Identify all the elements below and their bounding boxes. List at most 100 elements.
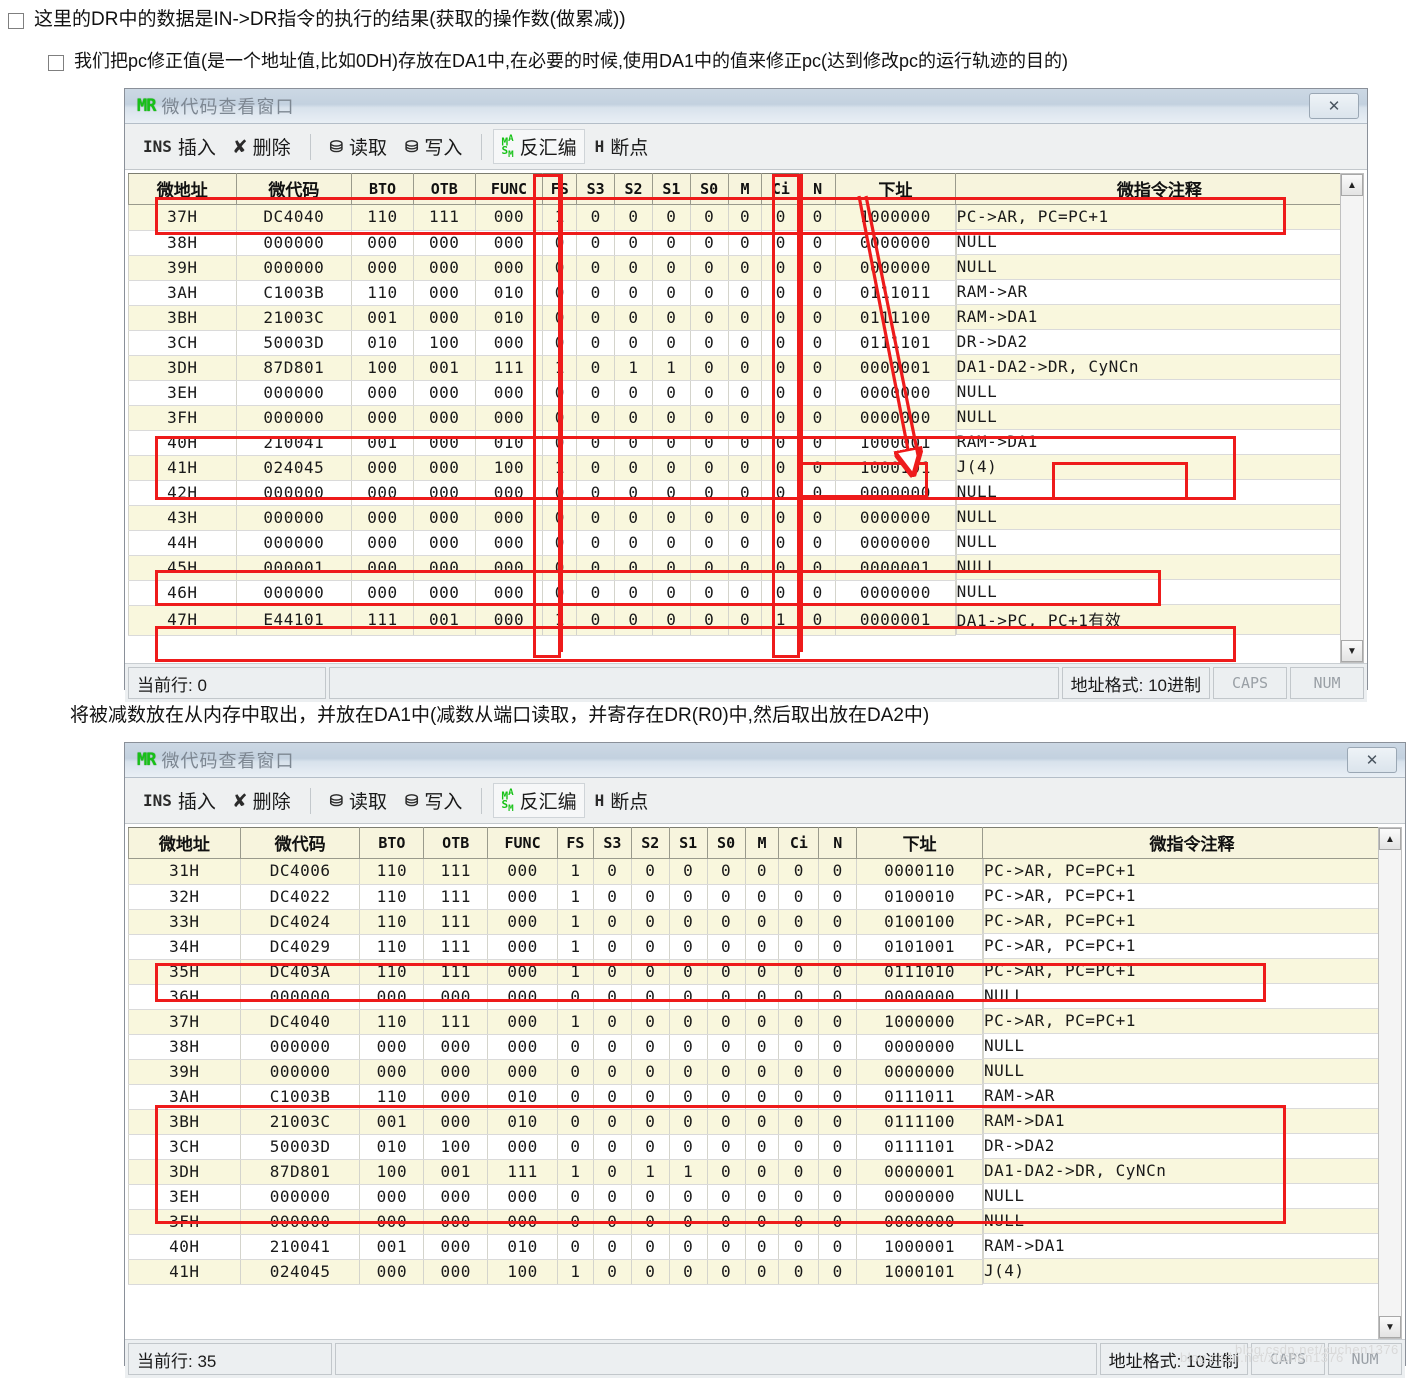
toolbar-breakpoint-button[interactable]: H 断点 xyxy=(587,129,657,164)
table-row[interactable]: 34H DC4029 110 111 000 1 0 0 0 0 0 0 0 0101001 PC->AR,… xyxy=(128,934,1402,960)
cell-m: 0 xyxy=(727,405,763,431)
table-row[interactable]: 36H 000000 000 000 000 0 0 0 0 0 0 0 0 0000000 NULL xyxy=(128,984,1402,1010)
table-row[interactable]: 45H 000001 000 000 000 0 0 0 0 0 0 0 0 0000001 NULL xyxy=(128,555,1364,581)
table-row[interactable]: 3EH 000000 000 000 000 0 0 0 0 0 0 0 0 0000000 NULL xyxy=(128,1184,1402,1210)
cell-addr: 41H xyxy=(128,1259,241,1285)
table-body[interactable]: 31H DC4006 110 111 000 1 0 0 0 0 0 0 0 0000110 PC->AR,… xyxy=(128,858,1402,1285)
table-row[interactable]: 39H 000000 000 000 000 0 0 0 0 0 0 0 0 0000000 NULL xyxy=(128,1059,1402,1085)
toolbar-read-button[interactable]: ⛁ 读取 xyxy=(322,129,395,164)
cell-m: 0 xyxy=(727,280,763,306)
table-row[interactable]: 39H 000000 000 000 000 0 0 0 0 0 0 0 0 0000000 NULL xyxy=(128,255,1364,281)
scroll-down-icon[interactable]: ▼ xyxy=(1341,640,1363,662)
window-1-titlebar[interactable]: MR 微代码查看窗口 ✕ xyxy=(125,89,1367,124)
toolbar-disassemble-button[interactable]: MA SM 反汇编 xyxy=(493,783,585,818)
cell-n: 0 xyxy=(818,1259,858,1285)
cell-s2: 0 xyxy=(630,1134,670,1160)
cell-func: 000 xyxy=(474,255,544,281)
cell-next: 0000000 xyxy=(856,1059,983,1085)
window-2-title: 微代码查看窗口 xyxy=(161,751,295,771)
table-row[interactable]: 40H 210041 001 000 010 0 0 0 0 0 0 0 0 1000001 RAM->DA… xyxy=(128,1234,1402,1260)
cell-s1: 0 xyxy=(651,255,691,281)
cell-otb: 001 xyxy=(412,355,476,381)
scroll-up-icon[interactable]: ▲ xyxy=(1341,174,1363,196)
table-row[interactable]: 3CH 50003D 010 100 000 0 0 0 0 0 0 0 0 0111101 DR->DA2 xyxy=(128,330,1364,356)
table-body[interactable]: 37H DC4040 110 111 000 1 0 0 0 0 0 0 0 1000000 PC->AR,… xyxy=(128,204,1364,636)
toolbar-breakpoint-button[interactable]: H 断点 xyxy=(587,783,657,818)
toolbar-read-button[interactable]: ⛁ 读取 xyxy=(322,783,395,818)
table-row[interactable]: 31H DC4006 110 111 000 1 0 0 0 0 0 0 0 0000110 PC->AR,… xyxy=(128,858,1402,885)
table-row[interactable]: 3EH 000000 000 000 000 0 0 0 0 0 0 0 0 0000000 NULL xyxy=(128,380,1364,406)
table-row[interactable]: 38H 000000 000 000 000 0 0 0 0 0 0 0 0 0000000 NULL xyxy=(128,1034,1402,1060)
cell-n: 0 xyxy=(818,984,858,1010)
toolbar-delete-button[interactable]: ✘ 删除 xyxy=(226,129,299,164)
toolbar-delete-button[interactable]: ✘ 删除 xyxy=(226,783,299,818)
toolbar-disassemble-button[interactable]: MA SM 反汇编 xyxy=(493,129,585,164)
cell-fs: 0 xyxy=(542,580,578,606)
cell-next: 0000000 xyxy=(856,1184,983,1210)
table-row[interactable]: 44H 000000 000 000 000 0 0 0 0 0 0 0 0 0000000 NULL xyxy=(128,530,1364,556)
table-row[interactable]: 41H 024045 000 000 100 1 0 0 0 0 0 0 0 1000101 J(4) xyxy=(128,1259,1402,1285)
cell-s1: 0 xyxy=(651,555,691,581)
cell-comment: NULL xyxy=(955,505,1364,530)
status-message-area xyxy=(329,667,1059,699)
scroll-up-icon[interactable]: ▲ xyxy=(1379,828,1401,850)
vertical-scrollbar-1[interactable]: ▲ ▼ xyxy=(1340,173,1364,663)
table-row[interactable]: 32H DC4022 110 111 000 1 0 0 0 0 0 0 0 0100010 PC->AR,… xyxy=(128,884,1402,910)
cell-otb: 000 xyxy=(412,405,476,431)
table-row[interactable]: 3DH 87D801 100 001 111 1 0 1 1 0 0 0 0 0000001 DA1-DA2… xyxy=(128,355,1364,381)
cell-m: 0 xyxy=(744,1209,780,1235)
table-row[interactable]: 3FH 000000 000 000 000 0 0 0 0 0 0 0 0 0000000 NULL xyxy=(128,1209,1402,1235)
cell-m: 0 xyxy=(727,330,763,356)
toolbar-insert-button[interactable]: INS 插入 xyxy=(135,129,224,164)
table-row[interactable]: 33H DC4024 110 111 000 1 0 0 0 0 0 0 0 0100100 PC->AR,… xyxy=(128,909,1402,935)
table-row[interactable]: 41H 024045 000 000 100 1 0 0 0 0 0 0 0 1000101 J(4) xyxy=(128,455,1364,481)
table-row[interactable]: 42H 000000 000 000 000 0 0 0 0 0 0 0 0 0000000 NULL xyxy=(128,480,1364,506)
table-row[interactable]: 47H E44101 111 001 000 1 0 0 0 0 0 1 0 0000001 DA1->PC… xyxy=(128,605,1364,636)
cell-otb: 111 xyxy=(423,884,489,910)
vertical-scrollbar-2[interactable]: ▲ ▼ xyxy=(1378,827,1402,1339)
cell-comment: RAM->DA1 xyxy=(955,305,1364,330)
window-2-titlebar[interactable]: MR 微代码查看窗口 ✕ xyxy=(125,743,1405,778)
table-row[interactable]: 3AH C1003B 110 000 010 0 0 0 0 0 0 0 0 0111011 RAM->AR xyxy=(128,280,1364,306)
cell-n: 0 xyxy=(799,555,837,581)
table-row[interactable]: 3CH 50003D 010 100 000 0 0 0 0 0 0 0 0 0111101 DR->DA2 xyxy=(128,1134,1402,1160)
table-row[interactable]: 3AH C1003B 110 000 010 0 0 0 0 0 0 0 0 0111011 RAM->AR xyxy=(128,1084,1402,1110)
cell-bto: 000 xyxy=(351,555,414,581)
window-2-toolbar[interactable]: INS 插入 ✘ 删除 ⛁ 读取 ⛁ 写入 MA SM 反汇编 H 断点 xyxy=(125,778,1405,824)
table-row[interactable]: 43H 000000 000 000 000 0 0 0 0 0 0 0 0 0000000 NULL xyxy=(128,505,1364,531)
scrollbar-track[interactable] xyxy=(1379,850,1401,1316)
cell-s3: 0 xyxy=(576,530,616,556)
cell-addr: 36H xyxy=(128,984,241,1010)
table-row[interactable]: 38H 000000 000 000 000 0 0 0 0 0 0 0 0 0000000 NULL xyxy=(128,230,1364,256)
table-row[interactable]: 3FH 000000 000 000 000 0 0 0 0 0 0 0 0 0000000 NULL xyxy=(128,405,1364,431)
table-row[interactable]: 3DH 87D801 100 001 111 1 0 1 1 0 0 0 0 0000001 DA1-DA2… xyxy=(128,1159,1402,1185)
microcode-viewer-window-1[interactable]: MR 微代码查看窗口 ✕ INS 插入 ✘ 删除 ⛁ 读取 ⛁ 写入 MA SM … xyxy=(124,88,1368,702)
table-row[interactable]: 35H DC403A 110 111 000 1 0 0 0 0 0 0 0 0111010 PC->AR,… xyxy=(128,959,1402,985)
table-row[interactable]: 37H DC4040 110 111 000 1 0 0 0 0 0 0 0 1000000 PC->AR,… xyxy=(128,204,1364,231)
cell-ci: 0 xyxy=(761,530,801,556)
table-row[interactable]: 3BH 21003C 001 000 010 0 0 0 0 0 0 0 0 0111100 RAM->DA… xyxy=(128,305,1364,331)
close-icon[interactable]: ✕ xyxy=(1309,93,1359,119)
microcode-viewer-window-2[interactable]: MR 微代码查看窗口 ✕ INS 插入 ✘ 删除 ⛁ 读取 ⛁ 写入 MA SM … xyxy=(124,742,1406,1378)
table-row[interactable]: 3BH 21003C 001 000 010 0 0 0 0 0 0 0 0 0111100 RAM->DA… xyxy=(128,1109,1402,1135)
toolbar-insert-button[interactable]: INS 插入 xyxy=(135,783,224,818)
table-row[interactable]: 37H DC4040 110 111 000 1 0 0 0 0 0 0 0 1000000 PC->AR,… xyxy=(128,1009,1402,1035)
cell-s0: 0 xyxy=(706,1159,746,1185)
cell-comment: NULL xyxy=(955,230,1364,255)
cell-s1: 0 xyxy=(651,380,691,406)
toolbar-write-button[interactable]: ⛁ 写入 xyxy=(397,783,470,818)
cell-n: 0 xyxy=(818,1134,858,1160)
cell-otb: 000 xyxy=(423,1034,489,1060)
toolbar-write-button[interactable]: ⛁ 写入 xyxy=(397,129,470,164)
scroll-down-icon[interactable]: ▼ xyxy=(1379,1316,1401,1338)
cell-bto: 110 xyxy=(351,204,414,231)
cell-comment: J(4) xyxy=(955,455,1364,480)
cell-s1: 0 xyxy=(651,430,691,456)
window-1-toolbar[interactable]: INS 插入 ✘ 删除 ⛁ 读取 ⛁ 写入 MA SM 反汇编 H 断点 xyxy=(125,124,1367,170)
table-row[interactable]: 46H 000000 000 000 000 0 0 0 0 0 0 0 0 0000000 NULL xyxy=(128,580,1364,606)
cell-fs: 0 xyxy=(542,305,578,331)
close-icon[interactable]: ✕ xyxy=(1347,747,1397,773)
cell-bto: 110 xyxy=(359,909,425,935)
scrollbar-track[interactable] xyxy=(1341,196,1363,640)
table-row[interactable]: 40H 210041 001 000 010 0 0 0 0 0 0 0 0 1000001 RAM->DA… xyxy=(128,430,1364,456)
